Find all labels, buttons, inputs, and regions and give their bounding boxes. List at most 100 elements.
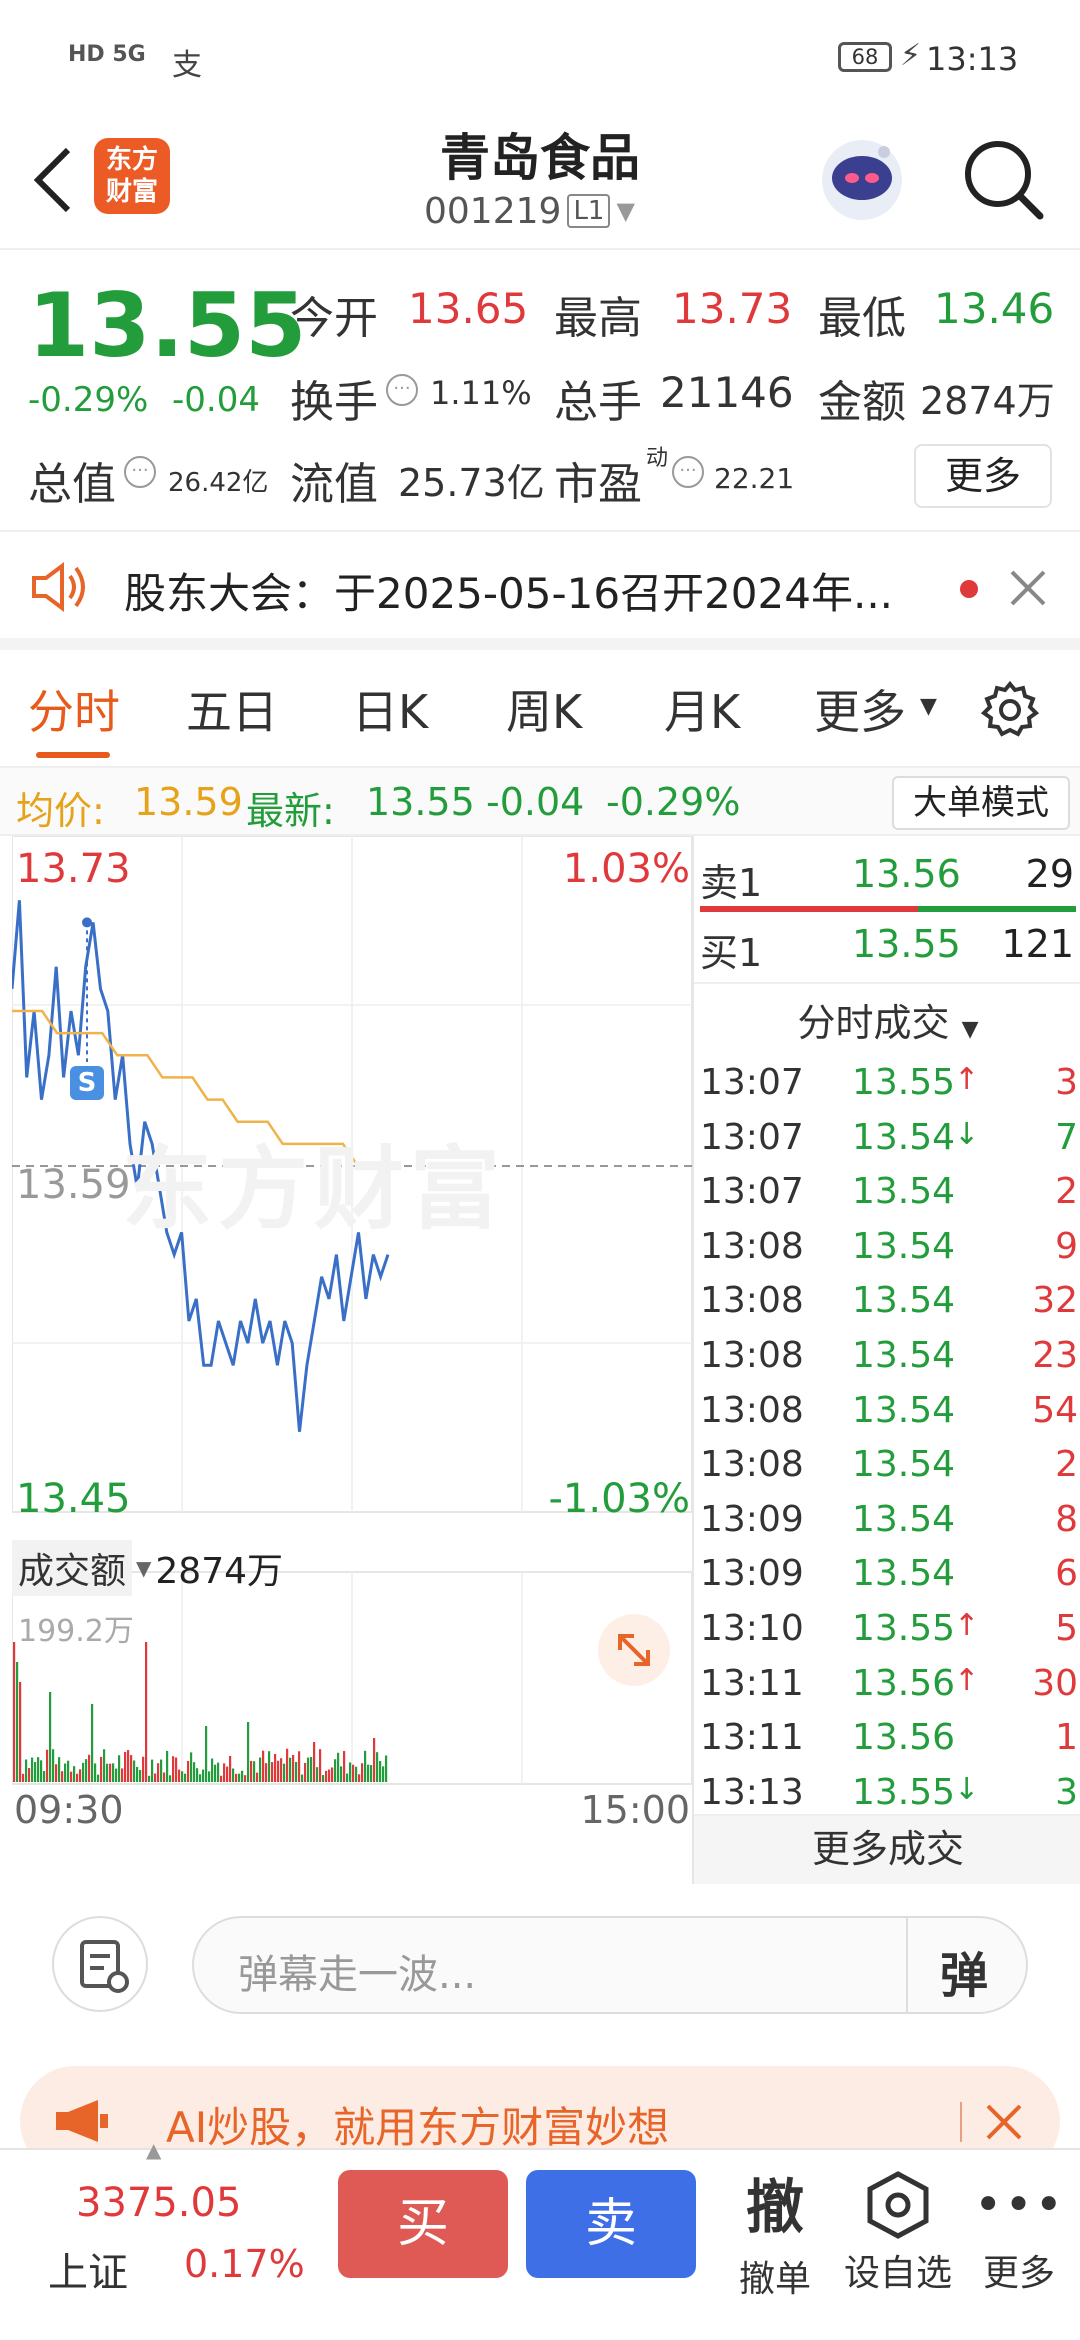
mktcap-label: 总值 <box>28 459 116 510</box>
volume-bar <box>229 1755 232 1782</box>
trade-price: 13.54 <box>852 1444 956 1486</box>
volume-bar <box>115 1768 118 1782</box>
back-icon[interactable] <box>24 140 84 220</box>
volume-bar <box>373 1738 376 1782</box>
volume-bar <box>109 1763 112 1782</box>
more-menu-button[interactable]: ••• 更多 <box>974 2170 1064 2296</box>
index-value[interactable]: 3375.05 <box>76 2180 241 2226</box>
trade-volume: 3 <box>1055 1771 1078 1813</box>
danmu-input[interactable]: 弹幕走一波... 弹 <box>192 1916 1028 2014</box>
tab-weekly-k[interactable]: 周K <box>506 676 582 742</box>
info-icon[interactable]: ··· <box>672 456 704 488</box>
search-icon[interactable] <box>960 136 1046 222</box>
volume-bar <box>169 1775 172 1782</box>
more-label: 更多 <box>982 2253 1055 2294</box>
volume-bar <box>196 1768 199 1782</box>
volume-bar <box>163 1772 166 1782</box>
trade-price: 13.55 <box>852 1771 956 1813</box>
trade-volume: 2 <box>1055 1444 1078 1486</box>
volume-bar <box>79 1769 82 1782</box>
amount-label: 金额 <box>818 377 906 428</box>
volume-bar <box>352 1764 355 1782</box>
volume-bar <box>292 1754 295 1782</box>
volume-bar <box>61 1771 64 1782</box>
add-watchlist-button[interactable]: 设自选 <box>838 2170 958 2296</box>
danmu-toggle-button[interactable]: 弹 <box>940 1936 988 2006</box>
index-change: 0.17% <box>184 2242 305 2286</box>
trade-row: 13:07 13.54 2 <box>700 1171 1078 1221</box>
volume-bar <box>289 1757 292 1782</box>
volume-bar <box>181 1771 184 1782</box>
volume-bar <box>334 1759 337 1782</box>
tab-daily-k[interactable]: 日K <box>352 676 428 742</box>
trade-time: 13:07 <box>700 1062 804 1103</box>
megaphone-icon <box>50 2096 110 2146</box>
volume-bar <box>346 1773 349 1782</box>
trade-price: 13.54 <box>852 1335 956 1376</box>
more-quote-button[interactable]: 更多 <box>914 444 1052 508</box>
trade-row: 13:10 13.55 ↑ 5 <box>700 1608 1078 1658</box>
trades-header[interactable]: 分时成交 ▼ <box>694 992 1080 1047</box>
volume-bar <box>355 1766 358 1782</box>
intraday-chart-svg[interactable] <box>10 835 693 1836</box>
latest-change: -0.04 <box>486 780 585 824</box>
gear-icon[interactable] <box>980 680 1040 740</box>
buy-button[interactable]: 买 <box>338 2170 508 2278</box>
volume-bar <box>136 1766 139 1782</box>
volume-label: 成交额 <box>12 1540 133 1596</box>
clock: 13:13 <box>926 40 1019 78</box>
trade-row: 13:08 13.54 32 <box>700 1280 1078 1330</box>
cancel-label: 撤单 <box>738 2259 811 2300</box>
divider <box>694 982 1080 984</box>
volume-bar <box>343 1750 346 1782</box>
notice-bar[interactable]: 股东大会：于2025-05-16召开2024年... <box>0 532 1080 650</box>
volume-bar <box>310 1757 313 1782</box>
volume-bar <box>274 1753 277 1782</box>
volume-bar <box>250 1760 253 1782</box>
more-trades-button[interactable]: 更多成交 <box>694 1814 1080 1884</box>
volume-bar <box>256 1772 259 1782</box>
sell-button[interactable]: 卖 <box>526 2170 696 2278</box>
volume-bar <box>145 1642 148 1782</box>
tab-more[interactable]: 更多 <box>814 676 906 742</box>
trade-time: 13:08 <box>700 1335 804 1376</box>
trade-row: 13:09 13.54 8 <box>700 1499 1078 1549</box>
close-icon[interactable] <box>1006 566 1050 610</box>
volume-bar <box>337 1752 340 1782</box>
volume-bar <box>166 1750 169 1782</box>
trade-volume: 2 <box>1055 1171 1078 1213</box>
volume-bar <box>304 1762 307 1782</box>
chart-bottom-pct: -1.03% <box>548 1476 690 1522</box>
volume-bar <box>313 1742 316 1782</box>
notes-icon[interactable] <box>52 1916 148 2012</box>
volume-bar <box>349 1762 352 1782</box>
volume-selector[interactable]: 成交额 ▼ 2874万 <box>12 1540 283 1596</box>
stock-name: 青岛食品 <box>440 129 640 187</box>
tab-five-day[interactable]: 五日 <box>186 676 278 742</box>
tab-intraday[interactable]: 分时 <box>28 676 120 742</box>
info-icon[interactable]: ··· <box>124 456 156 488</box>
volume-bar <box>382 1766 385 1782</box>
volume-bar <box>367 1764 370 1782</box>
volume-bar <box>31 1757 34 1782</box>
close-icon[interactable] <box>982 2100 1026 2144</box>
big-order-mode-button[interactable]: 大单模式 <box>892 776 1070 830</box>
sell-signal-marker[interactable]: S <box>70 1066 104 1100</box>
volume-bar <box>97 1774 100 1782</box>
stock-code-row[interactable]: 001219 L1 ▼ <box>424 186 635 236</box>
volume-bar <box>253 1761 256 1782</box>
app-logo[interactable]: 东方 财富 <box>94 138 170 214</box>
robot-assistant-icon[interactable] <box>814 134 910 230</box>
volume-bar <box>361 1763 364 1782</box>
trade-row: 13:11 13.56 ↑ 30 <box>700 1663 1078 1713</box>
volume-bar <box>82 1762 85 1782</box>
fullscreen-icon[interactable] <box>598 1614 670 1686</box>
volume-bar <box>112 1763 115 1782</box>
info-icon[interactable]: ··· <box>386 374 418 406</box>
intraday-chart[interactable]: 东方财富 13.73 1.03% 13.59 13.45 -1.03% S 成交… <box>10 835 693 1836</box>
cancel-order-button[interactable]: 撤 撤单 <box>730 2160 820 2302</box>
more-dots-icon: ••• <box>974 2177 1065 2233</box>
volume-bar <box>25 1759 28 1782</box>
trade-row: 13:11 13.56 1 <box>700 1717 1078 1767</box>
tab-monthly-k[interactable]: 月K <box>664 676 740 742</box>
